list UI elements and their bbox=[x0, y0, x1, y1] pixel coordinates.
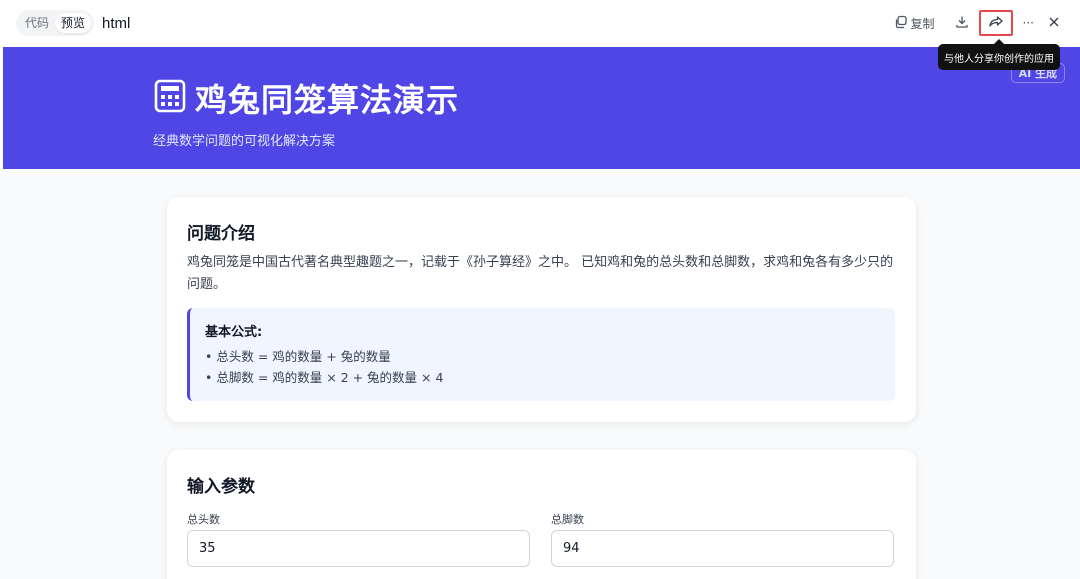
close-icon bbox=[1048, 16, 1060, 31]
intro-card: 问题介绍 鸡兔同笼是中国古代著名典型趣题之一，记载于《孙子算经》之中。 已知鸡和… bbox=[167, 197, 916, 422]
params-card: 输入参数 总头数 总脚数 bbox=[167, 450, 916, 579]
feet-input[interactable] bbox=[551, 530, 894, 567]
download-icon bbox=[955, 15, 969, 32]
intro-title: 问题介绍 bbox=[187, 224, 255, 244]
hero-title-row: 鸡兔同笼算法演示 bbox=[153, 75, 459, 121]
preview-view-tab[interactable]: 预览 bbox=[55, 13, 92, 33]
share-tooltip: 与他人分享你创作的应用 bbox=[938, 39, 1060, 70]
share-wrapper bbox=[978, 10, 1013, 36]
feet-label: 总脚数 bbox=[551, 513, 584, 526]
code-view-tab[interactable]: 代码 bbox=[19, 13, 55, 33]
main-content: 问题介绍 鸡兔同笼是中国古代著名典型趣题之一，记载于《孙子算经》之中。 已知鸡和… bbox=[0, 169, 1080, 579]
copy-button[interactable]: 复制 bbox=[890, 10, 939, 36]
formula-line-feet: • 总脚数 = 鸡的数量 × 2 + 兔的数量 × 4 bbox=[205, 370, 444, 385]
intro-text: 鸡兔同笼是中国古代著名典型趣题之一，记载于《孙子算经》之中。 已知鸡和兔的总头数… bbox=[187, 255, 894, 292]
formula-line-heads: • 总头数 = 鸡的数量 + 兔的数量 bbox=[205, 349, 391, 364]
download-button[interactable] bbox=[951, 10, 973, 36]
top-toolbar: 代码 预览 html 复制 ··· bbox=[0, 0, 1080, 46]
copy-icon bbox=[894, 15, 908, 32]
formula-box: 基本公式: • 总头数 = 鸡的数量 + 兔的数量 • 总脚数 = 鸡的数量 ×… bbox=[187, 308, 895, 401]
hero-title: 鸡兔同笼算法演示 bbox=[195, 81, 460, 119]
share-icon bbox=[988, 14, 1004, 33]
copy-label: 复制 bbox=[910, 16, 935, 31]
more-button[interactable]: ··· bbox=[1019, 10, 1038, 36]
hero-banner: AI 生成 鸡兔同笼算法演示 经典数学问题的可视化解决方案 bbox=[3, 47, 1080, 169]
heads-input[interactable] bbox=[187, 530, 530, 567]
calculator-icon bbox=[153, 79, 187, 117]
file-title: html bbox=[102, 14, 131, 32]
view-toggle: 代码 预览 bbox=[16, 10, 95, 36]
heads-label: 总头数 bbox=[187, 513, 220, 526]
params-title: 输入参数 bbox=[187, 477, 255, 497]
more-icon: ··· bbox=[1022, 16, 1034, 30]
formula-title: 基本公式: bbox=[205, 325, 263, 340]
hero-subtitle: 经典数学问题的可视化解决方案 bbox=[153, 134, 336, 149]
close-button[interactable] bbox=[1044, 10, 1064, 36]
share-button[interactable] bbox=[978, 10, 1013, 36]
toolbar-actions: 复制 ··· bbox=[890, 0, 1064, 46]
